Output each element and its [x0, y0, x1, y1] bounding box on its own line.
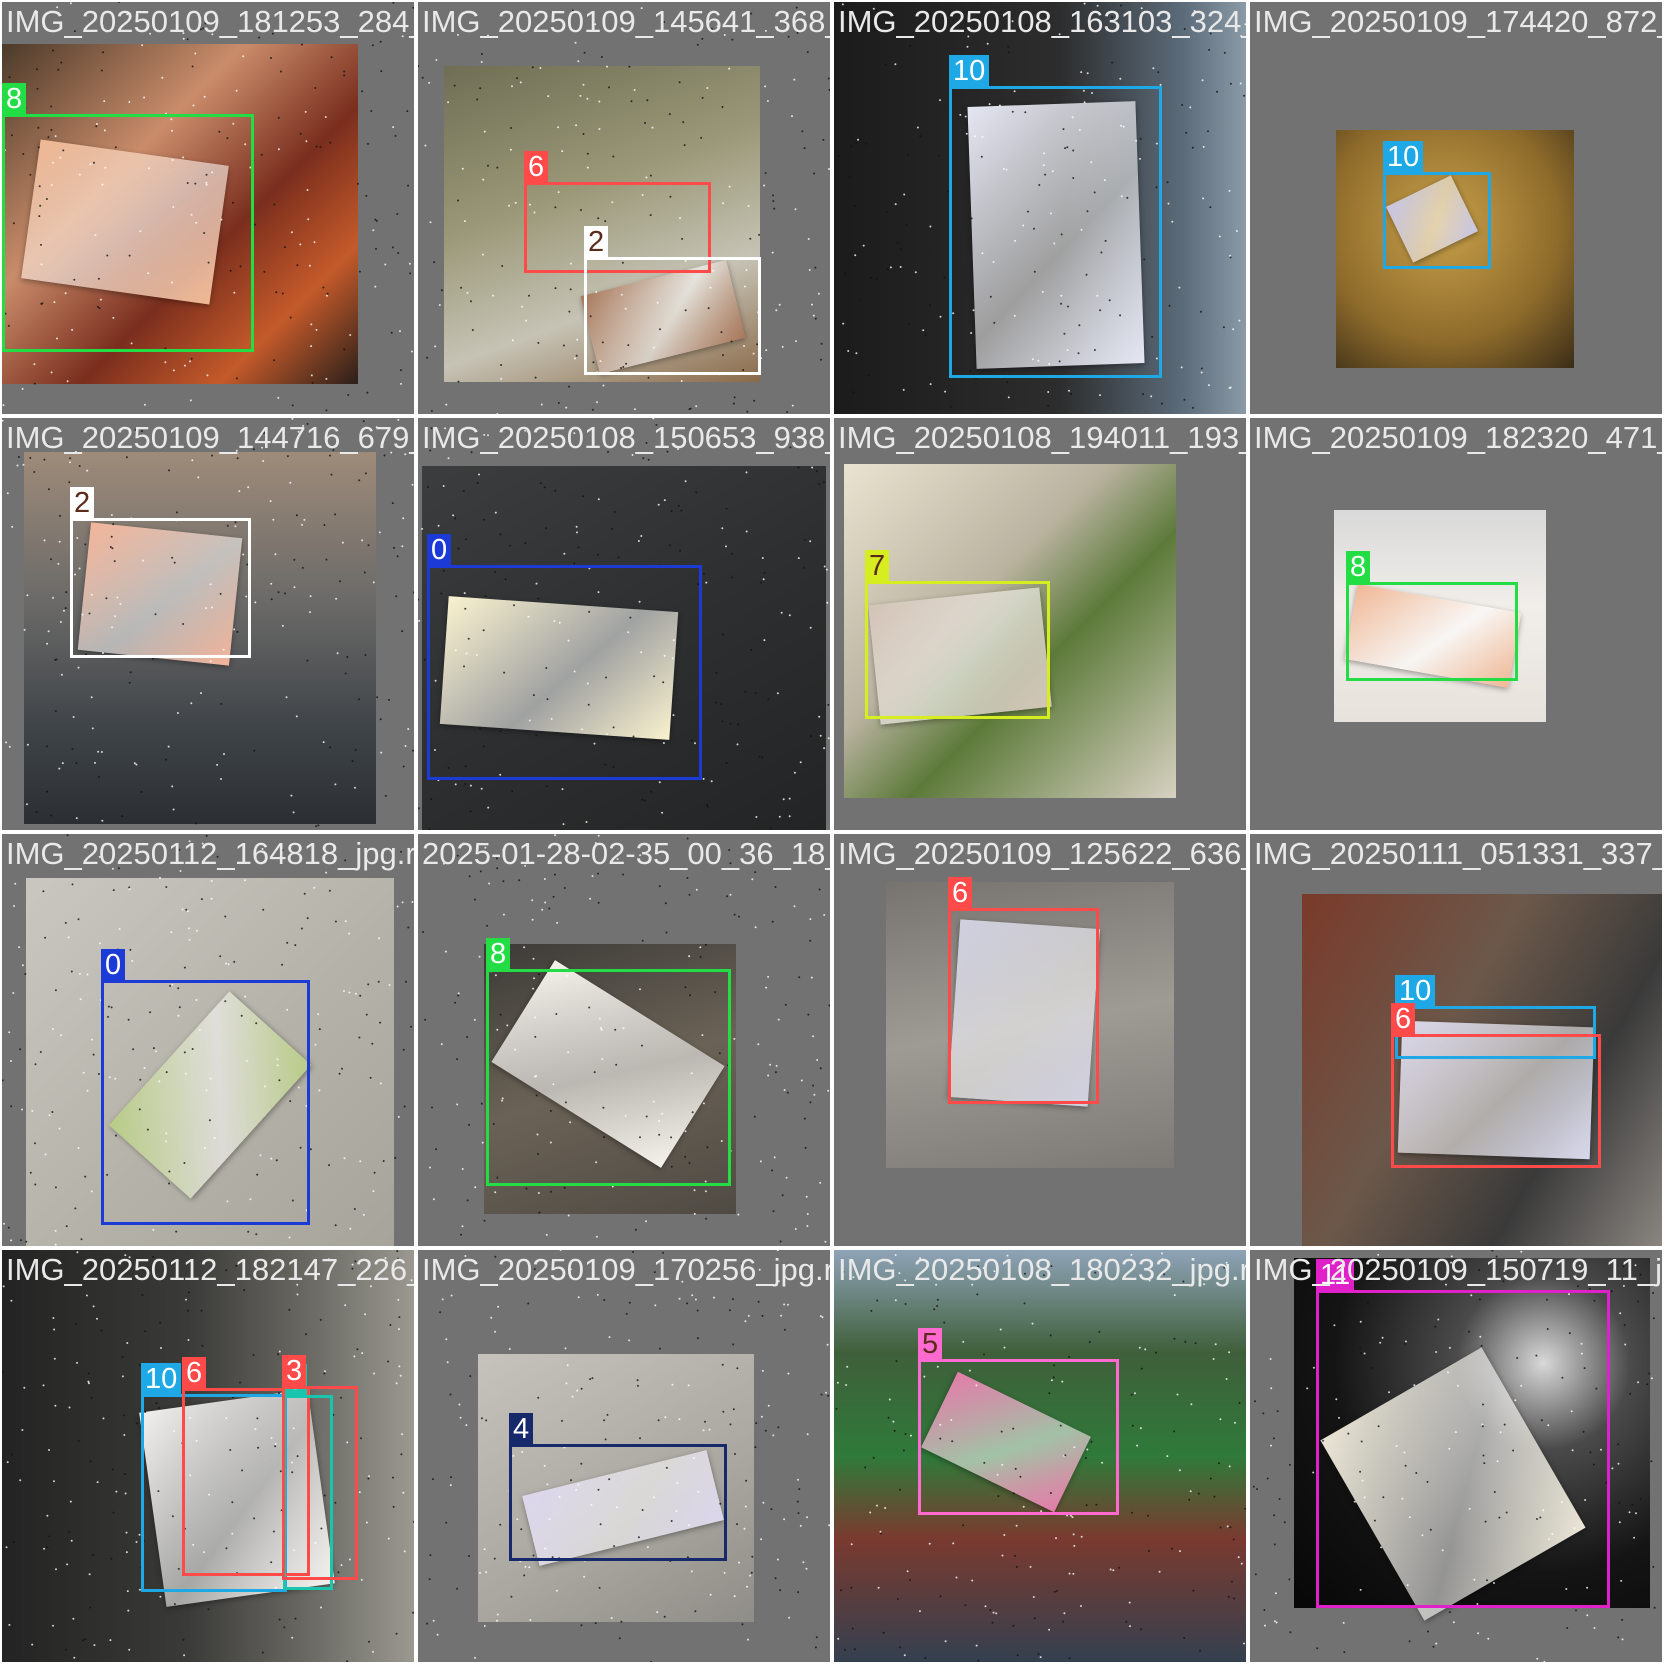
image-tile: 8 IMG_20250109_181253_284_jpg.rf.1fdd2f95… [2, 2, 414, 414]
class-label: 2 [584, 226, 609, 258]
bounding-box: 6 [948, 877, 1099, 1104]
bounding-box: 0 [427, 534, 702, 780]
bounding-box: 7 [865, 550, 1050, 719]
image-filename: IMG_20250109_181253_284_jpg.rf.1fdd2f95a… [6, 4, 414, 39]
image-filename: IMG_20250108_180232_jpg.rf.4a29e5bca [838, 1252, 1246, 1287]
image-tile: 10633IMG_20250112_182147_226_jpg.rf.4a1b… [2, 1250, 414, 1662]
image-tile: 8 2025-01-28-02-35_00_36_18_jpg.rf.3b9f2a… [418, 834, 830, 1246]
class-label: 8 [1346, 551, 1371, 583]
image-filename: IMG_20250112_182147_226_jpg.rf.4a1b2c3d [6, 1252, 414, 1287]
class-label: 7 [865, 550, 890, 582]
class-label: 8 [2, 83, 27, 115]
bounding-box: 6 [1391, 1003, 1601, 1168]
bounding-box: 2 [584, 226, 761, 375]
image-filename: IMG_20250108_150653_938_jpg.rf.03e5e1042 [422, 420, 830, 455]
class-label: 2 [70, 487, 95, 519]
bounding-box: 8 [1346, 551, 1518, 681]
image-tile: 6 2 IMG_20250109_145641_368_jpg.rf.2500394… [418, 2, 830, 414]
image-tile: 0 IMG_20250112_164818_jpg.rf.0b997fa8 [2, 834, 414, 1246]
detection-mosaic: 8 IMG_20250109_181253_284_jpg.rf.1fdd2f95… [0, 0, 1664, 1664]
class-label: 10 [141, 1363, 182, 1395]
bounding-box: 8 [2, 83, 254, 352]
image-tile: 2 IMG_20250109_144716_679_jpg.rf.02e5e104… [2, 418, 414, 830]
image-tile: 5 IMG_20250108_180232_jpg.rf.4a29e5bca [834, 1250, 1246, 1662]
image-filename: 2025-01-28-02-35_00_36_18_jpg.rf.3b9f2a8 [422, 836, 830, 871]
bounding-box: 3 [282, 1355, 358, 1580]
class-label: 6 [524, 151, 549, 183]
image-filename: IMG_20250109_174420_872_jpg.rf.03f5a4520 [1254, 4, 1662, 39]
class-label: 5 [918, 1328, 943, 1360]
image-filename: IMG_20250109_170256_jpg.rf.0959a07d [422, 1252, 830, 1287]
class-label: 0 [427, 534, 452, 566]
image-tile: 0 IMG_20250108_150653_938_jpg.rf.03e5e104… [418, 418, 830, 830]
image-filename: IMG_20250108_194011_193_jpg.rf.0596f1e2d [838, 420, 1246, 455]
image-filename: IMG_20250109_150719_11_jpg.rf.2c5698a43 [1254, 1252, 1662, 1287]
bounding-box: 10 [949, 55, 1162, 378]
bounding-box: 4 [509, 1413, 727, 1561]
class-label: 8 [486, 938, 511, 970]
class-label: 10 [1383, 141, 1424, 173]
image-tile: 8 IMG_20250109_182320_471_jpg.rf.01e6929e… [1250, 418, 1662, 830]
class-label: 6 [948, 877, 973, 909]
image-filename: IMG_20250108_163103_324_jpg.rf.0635d03c7 [838, 4, 1246, 39]
image-tile: 7 IMG_20250108_194011_193_jpg.rf.0596f1e2… [834, 418, 1246, 830]
image-filename: IMG_20250109_125622_636_jpg.rf.8266129 [838, 836, 1246, 871]
bounding-box: 8 [486, 938, 731, 1186]
image-tile: 4 IMG_20250109_170256_jpg.rf.0959a07d [418, 1250, 830, 1662]
image-filename: IMG_20250112_164818_jpg.rf.0b997fa8 [6, 836, 414, 871]
class-label: 10 [949, 55, 990, 87]
image-filename: IMG_20250111_051331_337_jpg.rf.2a0334e0 [1254, 836, 1662, 871]
image-tile: 11IMG_20250109_150719_11_jpg.rf.2c5698a4… [1250, 1250, 1662, 1662]
bounding-box: 5 [918, 1328, 1119, 1515]
bounding-box: 11 [1316, 1259, 1610, 1608]
class-label: 0 [101, 949, 126, 981]
image-tile: 106IMG_20250111_051331_337_jpg.rf.2a0334… [1250, 834, 1662, 1246]
class-label: 6 [1391, 1003, 1416, 1035]
image-filename: IMG_20250109_144716_679_jpg.rf.02e5e1042 [6, 420, 414, 455]
image-tile: 6 IMG_20250109_125622_636_jpg.rf.8266129 [834, 834, 1246, 1246]
bounding-box: 10 [1383, 141, 1491, 269]
image-tile: 10 IMG_20250108_163103_324_jpg.rf.0635d03… [834, 2, 1246, 414]
bounding-box: 2 [70, 487, 251, 658]
bounding-box: 0 [101, 949, 310, 1225]
image-filename: IMG_20250109_182320_471_jpg.rf.01e6929e5 [1254, 420, 1662, 455]
class-label: 3 [282, 1355, 307, 1387]
image-filename: IMG_20250109_145641_368_jpg.rf.2500394cb [422, 4, 830, 39]
class-label: 6 [182, 1357, 207, 1389]
image-tile: 10 IMG_20250109_174420_872_jpg.rf.03f5a45… [1250, 2, 1662, 414]
class-label: 4 [509, 1413, 534, 1445]
